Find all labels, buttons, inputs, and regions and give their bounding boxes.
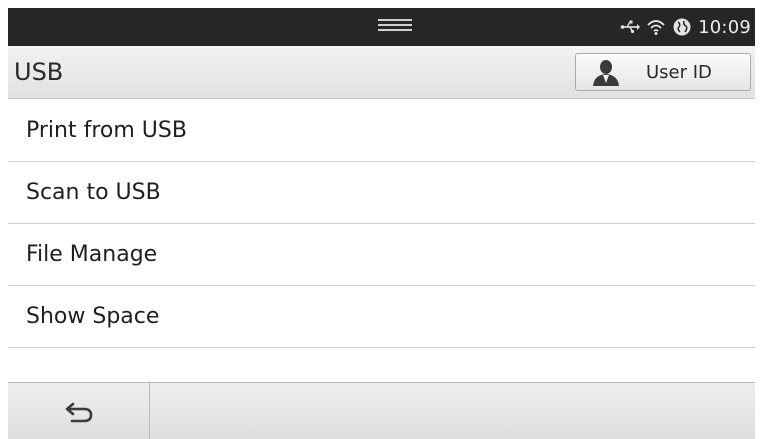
status-bar: 10:09 (8, 8, 755, 46)
status-time: 10:09 (698, 16, 751, 38)
user-icon (593, 60, 619, 86)
menu-item-print-from-usb[interactable]: Print from USB (8, 100, 755, 162)
usb-icon (620, 20, 641, 34)
usb-screen: 10:09 USB User ID Print from USB Scan to… (0, 0, 763, 439)
menu-item-scan-to-usb[interactable]: Scan to USB (8, 162, 755, 224)
menu-item-label: Show Space (26, 304, 160, 329)
menu-item-label: Print from USB (26, 118, 187, 143)
usb-menu-list[interactable]: Print from USB Scan to USB File Manage S… (8, 100, 755, 382)
bottom-bar (8, 382, 755, 439)
status-icons: 10:09 (620, 8, 751, 46)
menu-item-label: File Manage (26, 242, 158, 267)
user-id-label: User ID (646, 61, 712, 83)
wifi-icon (647, 20, 665, 35)
back-arrow-icon (65, 402, 92, 422)
menu-item-show-space[interactable]: Show Space (8, 286, 755, 348)
menu-item-label: Scan to USB (26, 180, 161, 205)
page-title: USB (14, 58, 64, 86)
menu-item-file-manage[interactable]: File Manage (8, 224, 755, 286)
back-button[interactable] (8, 383, 150, 439)
menu-item-partially-visible[interactable] (8, 348, 755, 382)
notification-handle[interactable] (378, 19, 412, 35)
user-id-button[interactable]: User ID (575, 53, 751, 91)
globe-icon (673, 18, 691, 36)
title-bar: USB User ID (8, 46, 755, 99)
